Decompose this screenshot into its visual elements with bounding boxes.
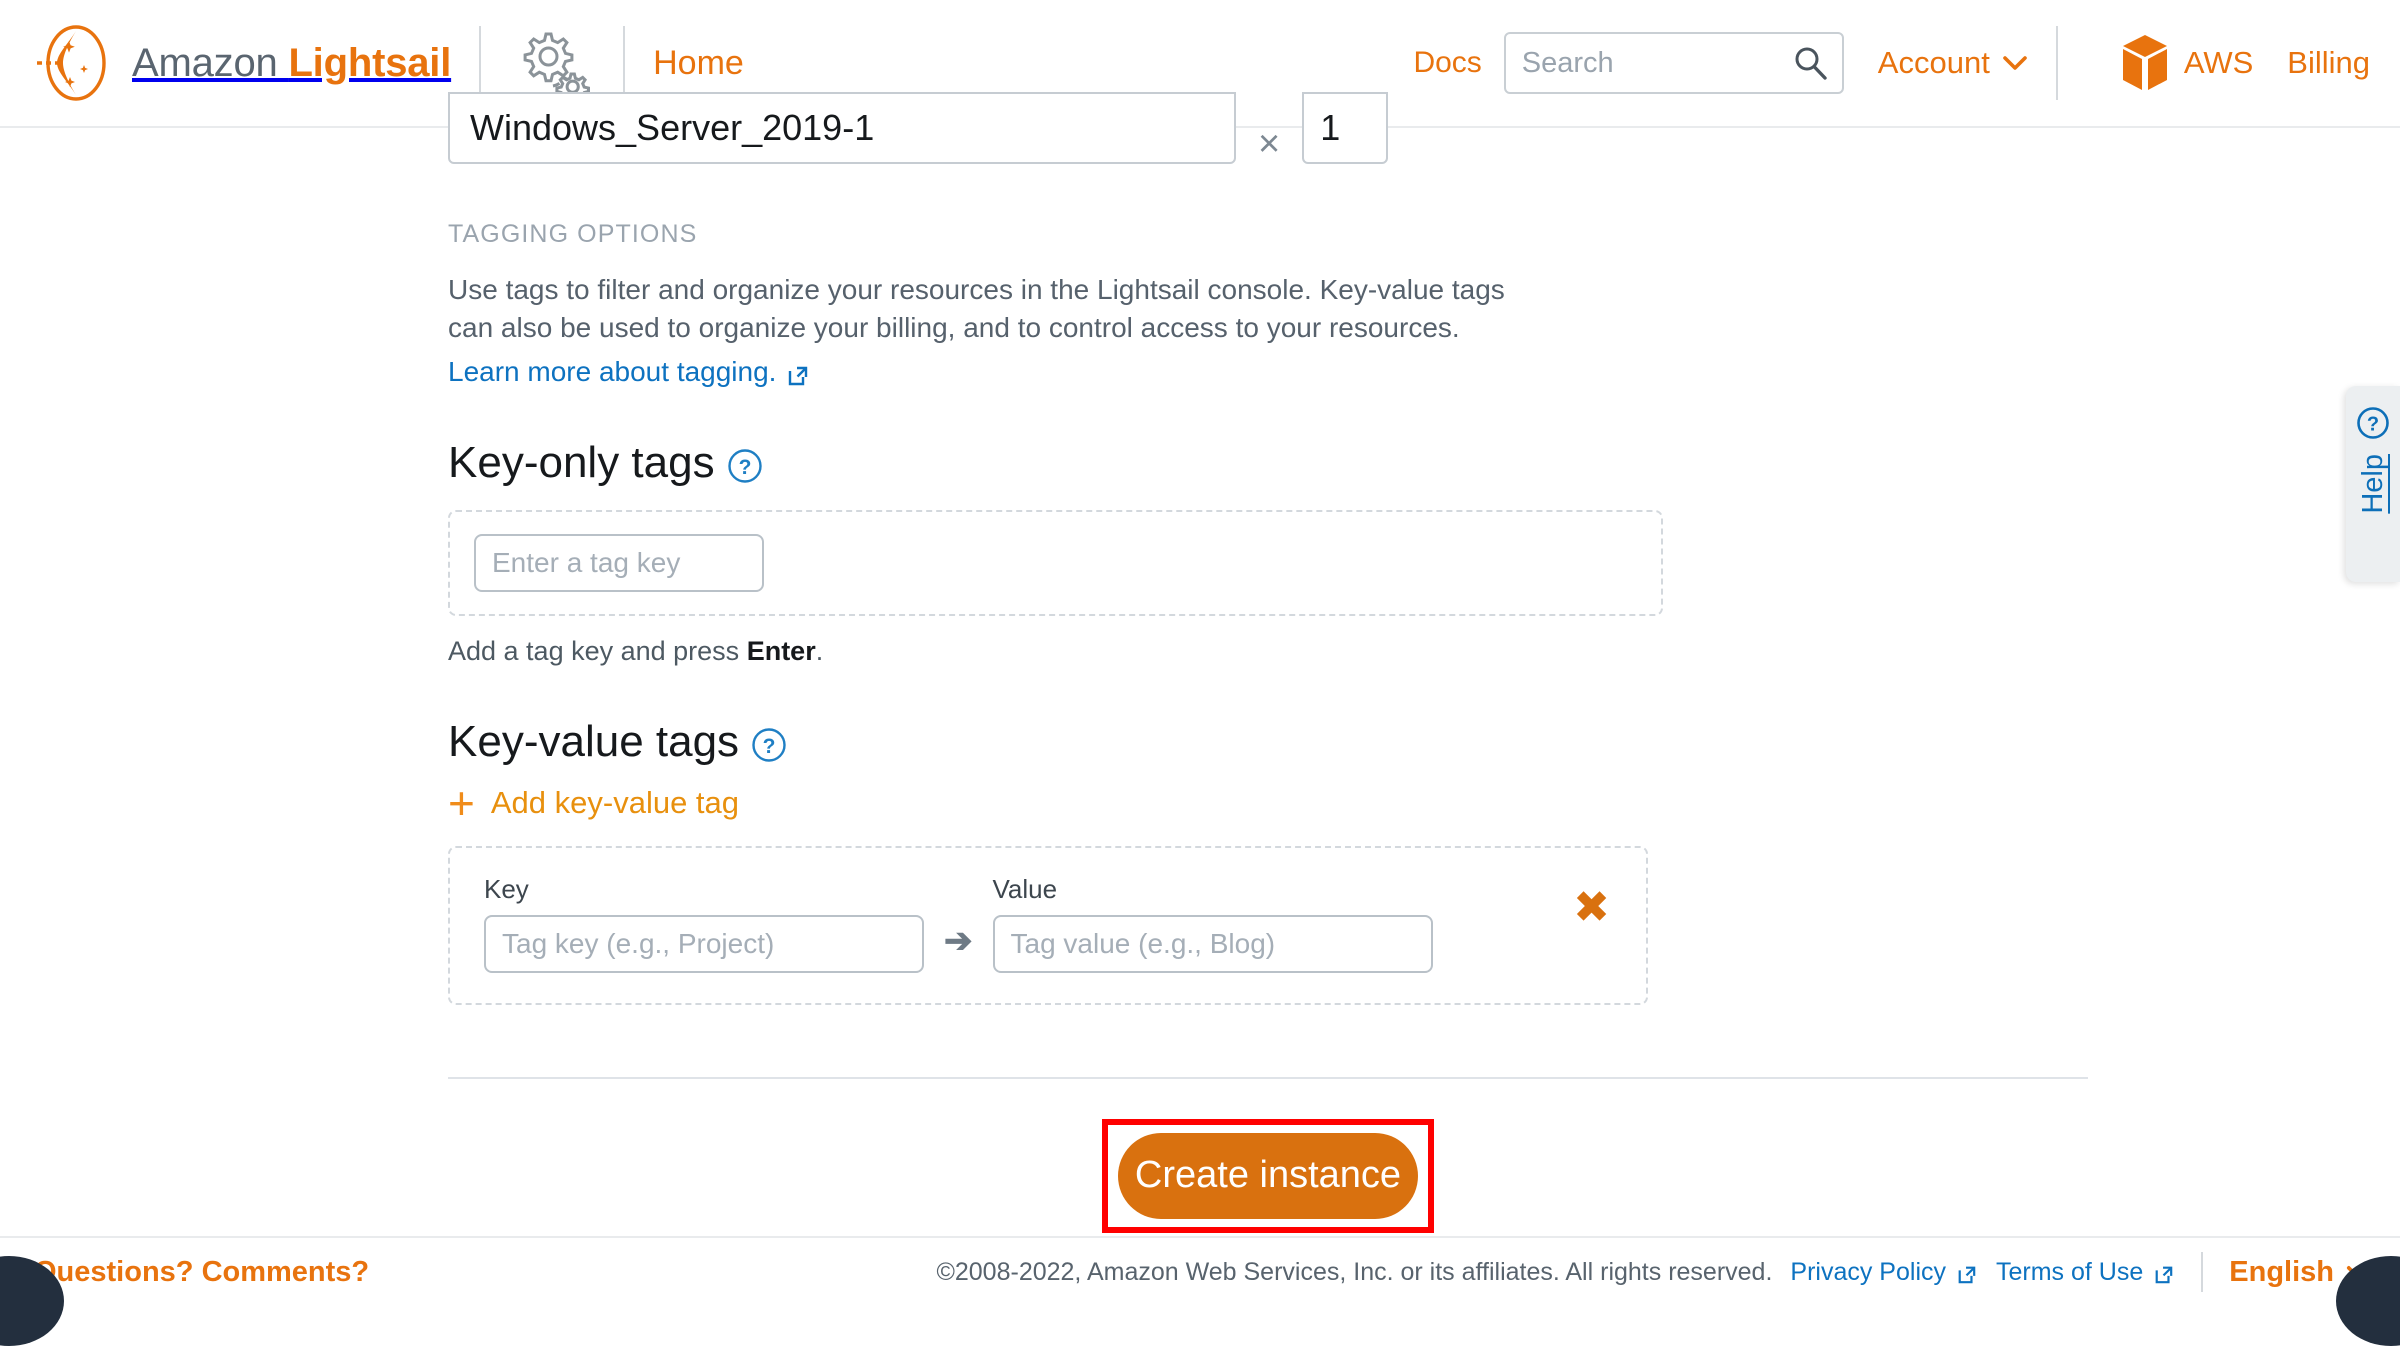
lightsail-logo-link[interactable]: Amazon Lightsail: [32, 22, 451, 104]
key-only-tags-heading: Key-only tags: [448, 438, 715, 488]
form-column: × TAGGING OPTIONS Use tags to filter and…: [448, 128, 2098, 1233]
questions-comments-link[interactable]: Questions? Comments?: [34, 1256, 369, 1289]
multiply-symbol: ×: [1258, 108, 1280, 180]
create-instance-area: Create instance: [448, 1119, 2088, 1233]
tag-key-hint: Add a tag key and press Enter.: [448, 636, 2098, 667]
nav-link-aws[interactable]: AWS: [2120, 34, 2253, 92]
language-label: English: [2229, 1256, 2334, 1289]
terms-of-use-label: Terms of Use: [1996, 1258, 2143, 1287]
aws-cube-icon: [2120, 34, 2170, 92]
nav-link-billing[interactable]: Billing: [2287, 45, 2370, 81]
key-field-label: Key: [484, 874, 924, 905]
tag-key-hint-prefix: Add a tag key and press: [448, 636, 747, 666]
svg-text:?: ?: [763, 735, 776, 758]
key-value-tag-row: Key ➔ Value ✖: [448, 846, 1648, 1005]
copyright-text: ©2008-2022, Amazon Web Services, Inc. or…: [936, 1258, 1772, 1287]
brand-lightsail-text: Lightsail: [288, 41, 451, 85]
chevron-down-icon: [2002, 51, 2028, 76]
key-value-tags-heading-row: Key-value tags ?: [448, 717, 2098, 767]
create-instance-button[interactable]: Create instance: [1118, 1133, 1418, 1219]
search-icon[interactable]: [1792, 45, 1828, 81]
instance-name-input[interactable]: [448, 92, 1236, 164]
tag-key-hint-suffix: .: [816, 636, 824, 666]
footer-divider: [2201, 1252, 2203, 1292]
instance-quantity-input[interactable]: [1302, 92, 1388, 164]
brand-wordmark: Amazon Lightsail: [132, 41, 451, 86]
key-only-tags-heading-row: Key-only tags ?: [448, 438, 2098, 488]
help-side-tab[interactable]: ? Help: [2346, 386, 2400, 582]
search-input[interactable]: [1520, 46, 1770, 81]
privacy-policy-label: Privacy Policy: [1790, 1258, 1946, 1287]
nav-link-account[interactable]: Account: [1878, 45, 2028, 81]
plus-icon: +: [448, 785, 475, 822]
header-divider-1: [479, 26, 481, 100]
tag-value-input[interactable]: [993, 915, 1433, 973]
key-value-tags-heading: Key-value tags: [448, 717, 739, 767]
value-field-group: Value: [993, 874, 1433, 973]
tagging-options-kicker: TAGGING OPTIONS: [448, 220, 2098, 249]
key-only-tags-dropzone: [448, 510, 1663, 616]
arrow-right-icon: ➔: [944, 921, 973, 961]
brand-amazon-text: Amazon: [132, 41, 288, 85]
learn-more-label: Learn more about tagging.: [448, 356, 776, 388]
footer-right-group: ©2008-2022, Amazon Web Services, Inc. or…: [936, 1252, 2370, 1292]
header-right-group: Docs Account: [1413, 26, 2370, 100]
help-question-icon: ?: [2356, 406, 2390, 440]
tagging-description: Use tags to filter and organize your res…: [448, 271, 1548, 348]
tag-key-input[interactable]: [474, 534, 764, 592]
add-key-value-tag-button[interactable]: + Add key-value tag: [448, 785, 739, 822]
remove-key-value-tag-button[interactable]: ✖: [1573, 886, 1610, 930]
help-question-icon[interactable]: ?: [727, 445, 763, 481]
header-divider-2: [623, 26, 625, 100]
page-footer: Questions? Comments? ©2008-2022, Amazon …: [0, 1236, 2400, 1306]
account-label: Account: [1878, 45, 1990, 81]
tag-key-value-input[interactable]: [484, 915, 924, 973]
highlight-box: Create instance: [1102, 1119, 1434, 1233]
terms-of-use-link[interactable]: Terms of Use: [1996, 1258, 2175, 1287]
external-link-icon: [787, 361, 808, 382]
value-field-label: Value: [993, 874, 1433, 905]
key-field-group: Key: [484, 874, 924, 973]
svg-text:?: ?: [738, 456, 751, 479]
help-question-icon[interactable]: ?: [751, 724, 787, 760]
aws-label: AWS: [2184, 45, 2253, 81]
svg-text:?: ?: [2367, 414, 2379, 436]
header-divider-3: [2056, 26, 2058, 100]
main-content-area: × TAGGING OPTIONS Use tags to filter and…: [0, 128, 2400, 1236]
privacy-policy-link[interactable]: Privacy Policy: [1790, 1258, 1978, 1287]
search-box[interactable]: [1504, 32, 1844, 94]
nav-link-home[interactable]: Home: [653, 44, 744, 83]
nav-link-docs[interactable]: Docs: [1413, 46, 1481, 80]
lightsail-sail-icon: [32, 22, 114, 104]
help-tab-label: Help: [2357, 454, 2390, 514]
learn-more-tagging-link[interactable]: Learn more about tagging.: [448, 356, 808, 388]
external-link-icon: [1957, 1262, 1978, 1283]
external-link-icon: [2154, 1262, 2175, 1283]
instance-name-row: ×: [448, 128, 2098, 180]
add-key-value-tag-label: Add key-value tag: [491, 785, 739, 821]
section-divider: [448, 1077, 2088, 1079]
tag-key-hint-enter: Enter: [747, 636, 816, 666]
